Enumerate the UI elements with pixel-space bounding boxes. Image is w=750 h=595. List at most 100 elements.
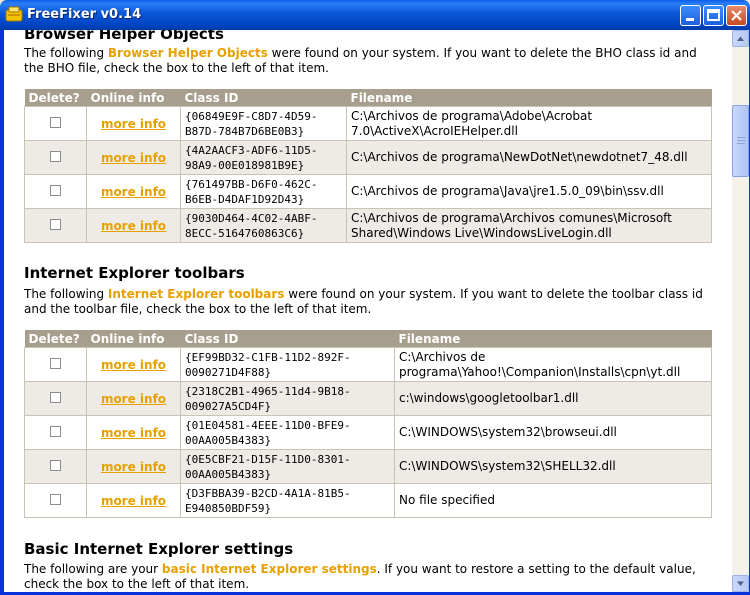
arrow-down-icon bbox=[737, 581, 744, 586]
more-info-link[interactable]: more info bbox=[101, 151, 166, 165]
info-cell: more info bbox=[86, 381, 181, 416]
delete-cell bbox=[24, 208, 87, 243]
settings-desc-highlight: basic Internet Explorer settings bbox=[161, 562, 377, 576]
table-row: more info {761497BB-D6F0-462C-B6EB-D4DAF… bbox=[24, 174, 712, 209]
grip-line bbox=[737, 137, 745, 138]
table-row: more info {D3FBBA39-B2CD-4A1A-81B5-E9408… bbox=[24, 483, 712, 518]
scroll-up-button[interactable] bbox=[732, 30, 749, 47]
toolbars-desc-text: The following bbox=[24, 287, 108, 301]
freefixer-app-icon bbox=[5, 6, 23, 22]
delete-checkbox[interactable] bbox=[50, 391, 61, 403]
scroll-down-button[interactable] bbox=[732, 575, 749, 592]
filename-cell: C:\Archivos de programa\Yahoo!\Companion… bbox=[394, 347, 712, 382]
delete-cell bbox=[24, 174, 87, 209]
col-online-info: Online info bbox=[86, 89, 181, 107]
filename-cell: C:\Archivos de programa\Adobe\Acrobat 7.… bbox=[346, 106, 712, 141]
vertical-scrollbar[interactable] bbox=[732, 30, 749, 592]
info-cell: more info bbox=[86, 140, 181, 175]
table-row: more info {06849E9F-C8D7-4D59-B87D-784B7… bbox=[24, 106, 712, 141]
minimize-icon bbox=[686, 18, 694, 21]
settings-description: The following are your basic Internet Ex… bbox=[24, 562, 714, 592]
bho-table-header: Delete? Online info Class ID Filename bbox=[24, 89, 712, 107]
window-title: FreeFixer v0.14 bbox=[27, 7, 142, 22]
table-row: more info {01E04581-4EEE-11D0-BFE9-00AA0… bbox=[24, 415, 712, 450]
class-id-cell: {06849E9F-C8D7-4D59-B87D-784B7D6BE0B3} bbox=[180, 106, 347, 141]
class-id-cell: {4A2AACF3-ADF6-11D5-98A9-00E018981B9E} bbox=[180, 140, 347, 175]
class-id-cell: {01E04581-4EEE-11D0-BFE9-00AA005B4383} bbox=[180, 415, 395, 450]
delete-checkbox[interactable] bbox=[50, 116, 61, 128]
info-cell: more info bbox=[86, 106, 181, 141]
filename-cell: C:\Archivos de programa\NewDotNet\newdot… bbox=[346, 140, 712, 175]
delete-cell bbox=[24, 483, 87, 518]
filename-cell: C:\Archivos de programa\Archivos comunes… bbox=[346, 208, 712, 243]
toolbars-table-header: Delete? Online info Class ID Filename bbox=[24, 330, 712, 348]
class-id-cell: {9030D464-4C02-4ABF-8ECC-5164760863C6} bbox=[180, 208, 347, 243]
delete-checkbox[interactable] bbox=[50, 150, 61, 162]
info-cell: more info bbox=[86, 415, 181, 450]
bho-table: Delete? Online info Class ID Filename mo… bbox=[24, 89, 712, 243]
delete-checkbox[interactable] bbox=[50, 425, 61, 437]
table-row: more info {0E5CBF21-D15F-11D0-8301-00AA0… bbox=[24, 449, 712, 484]
delete-checkbox[interactable] bbox=[50, 459, 61, 471]
filename-cell: No file specified bbox=[394, 483, 712, 518]
table-row: more info {4A2AACF3-ADF6-11D5-98A9-00E01… bbox=[24, 140, 712, 175]
more-info-link[interactable]: more info bbox=[101, 460, 166, 474]
toolbars-section-title: Internet Explorer toolbars bbox=[24, 264, 245, 282]
info-cell: more info bbox=[86, 483, 181, 518]
info-cell: more info bbox=[86, 208, 181, 243]
info-cell: more info bbox=[86, 174, 181, 209]
delete-cell bbox=[24, 381, 87, 416]
info-cell: more info bbox=[86, 449, 181, 484]
more-info-link[interactable]: more info bbox=[101, 219, 166, 233]
class-id-cell: {0E5CBF21-D15F-11D0-8301-00AA005B4383} bbox=[180, 449, 395, 484]
table-row: more info {2318C2B1-4965-11d4-9B18-00902… bbox=[24, 381, 712, 416]
bho-desc-highlight: Browser Helper Objects bbox=[107, 46, 268, 60]
filename-cell: c:\windows\googletoolbar1.dll bbox=[394, 381, 712, 416]
filename-cell: C:\WINDOWS\system32\SHELL32.dll bbox=[394, 449, 712, 484]
maximize-button[interactable] bbox=[703, 5, 724, 26]
col-class-id: Class ID bbox=[180, 89, 347, 107]
grip-line bbox=[737, 143, 745, 144]
delete-cell bbox=[24, 347, 87, 382]
delete-cell bbox=[24, 449, 87, 484]
col-filename: Filename bbox=[346, 89, 712, 107]
settings-section-title: Basic Internet Explorer settings bbox=[24, 540, 294, 558]
app-window: FreeFixer v0.14 Browser Helper Objects T… bbox=[0, 0, 750, 595]
report-content: Browser Helper Objects The following Bro… bbox=[4, 30, 732, 592]
more-info-link[interactable]: more info bbox=[101, 185, 166, 199]
col-delete: Delete? bbox=[24, 89, 87, 107]
delete-checkbox[interactable] bbox=[50, 357, 61, 369]
delete-cell bbox=[24, 140, 87, 175]
bho-section-title: Browser Helper Objects bbox=[24, 30, 224, 43]
more-info-link[interactable]: more info bbox=[101, 117, 166, 131]
more-info-link[interactable]: more info bbox=[101, 392, 166, 406]
maximize-icon bbox=[707, 9, 720, 21]
toolbars-table: Delete? Online info Class ID Filename mo… bbox=[24, 330, 712, 518]
scroll-thumb[interactable] bbox=[732, 105, 749, 177]
delete-checkbox[interactable] bbox=[50, 493, 61, 505]
close-icon bbox=[731, 10, 742, 21]
class-id-cell: {D3FBBA39-B2CD-4A1A-81B5-E940850BDF59} bbox=[180, 483, 395, 518]
col-online-info: Online info bbox=[86, 330, 181, 348]
class-id-cell: {2318C2B1-4965-11d4-9B18-009027A5CD4F} bbox=[180, 381, 395, 416]
delete-checkbox[interactable] bbox=[50, 184, 61, 196]
more-info-link[interactable]: more info bbox=[101, 426, 166, 440]
more-info-link[interactable]: more info bbox=[101, 358, 166, 372]
settings-desc-text: The following are your bbox=[24, 562, 162, 576]
title-bar[interactable]: FreeFixer v0.14 bbox=[0, 0, 750, 30]
arrow-up-icon bbox=[737, 36, 744, 41]
table-row: more info {9030D464-4C02-4ABF-8ECC-51647… bbox=[24, 208, 712, 243]
col-class-id: Class ID bbox=[180, 330, 395, 348]
bho-desc-text: The following bbox=[24, 46, 108, 60]
filename-cell: C:\WINDOWS\system32\browseui.dll bbox=[394, 415, 712, 450]
more-info-link[interactable]: more info bbox=[101, 494, 166, 508]
col-filename: Filename bbox=[394, 330, 712, 348]
info-cell: more info bbox=[86, 347, 181, 382]
close-button[interactable] bbox=[726, 5, 747, 26]
delete-checkbox[interactable] bbox=[50, 218, 61, 230]
delete-cell bbox=[24, 415, 87, 450]
filename-cell: C:\Archivos de programa\Java\jre1.5.0_09… bbox=[346, 174, 712, 209]
bho-description: The following Browser Helper Objects wer… bbox=[24, 46, 714, 76]
minimize-button[interactable] bbox=[680, 5, 701, 26]
toolbars-description: The following Internet Explorer toolbars… bbox=[24, 287, 714, 317]
